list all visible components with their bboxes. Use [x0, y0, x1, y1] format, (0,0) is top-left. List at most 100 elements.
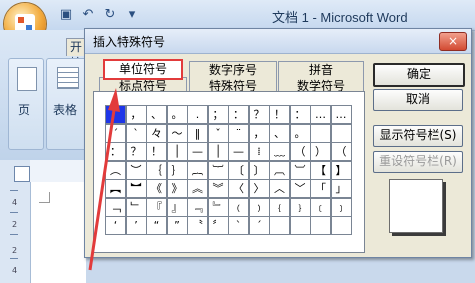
symbol-cell[interactable]: ︷ — [187, 160, 208, 180]
symbol-cell[interactable]: ： — [228, 105, 249, 124]
symbol-cell[interactable]: ： — [105, 142, 126, 161]
symbol-cell[interactable]: ： — [289, 105, 311, 124]
symbol-cell[interactable]: 〝 — [187, 216, 208, 235]
close-button[interactable]: × — [439, 32, 467, 51]
symbol-cell[interactable]: 』 — [166, 197, 188, 217]
symbol-cell[interactable]: ‘ — [105, 216, 126, 235]
symbol-cell[interactable]: ︼ — [125, 179, 147, 198]
ok-button[interactable]: 确定 — [373, 63, 465, 87]
symbol-cell[interactable] — [330, 123, 352, 143]
symbol-cell[interactable]: 「 — [310, 179, 331, 198]
tab-unit-symbols[interactable]: 单位符号 — [103, 59, 183, 80]
symbol-cell[interactable]: ︶ — [125, 160, 147, 180]
symbol-cell[interactable]: ﹏ — [269, 142, 290, 161]
symbol-cell[interactable]: 々 — [146, 123, 167, 143]
symbol-cell[interactable]: ？ — [248, 105, 270, 124]
symbol-cell[interactable]: ︹ — [269, 160, 290, 180]
symbol-cell[interactable]: ？ — [125, 142, 147, 161]
symbol-cell[interactable]: 》 — [166, 179, 188, 198]
symbol-cell-selected[interactable] — [105, 105, 126, 124]
symbol-cell[interactable]: 〕 — [248, 160, 270, 180]
symbol-cell[interactable]: ﹜ — [289, 197, 311, 217]
symbol-cell[interactable]: ﹂ — [125, 197, 147, 217]
symbol-cell[interactable]: │ — [166, 142, 188, 161]
symbol-cell[interactable]: ˋ — [125, 123, 147, 143]
symbol-cell[interactable]: 。 — [289, 123, 311, 143]
redo-icon[interactable]: ↻ — [102, 7, 118, 23]
symbol-cell[interactable]: ﹄ — [207, 197, 229, 217]
symbol-cell[interactable]: ︿ — [269, 179, 290, 198]
symbol-cell[interactable]: 〞 — [207, 216, 229, 235]
symbol-cell[interactable] — [310, 216, 331, 235]
symbol-cell[interactable] — [289, 216, 311, 235]
symbol-cell[interactable]: ︺ — [289, 160, 311, 180]
symbol-cell[interactable]: 、 — [146, 105, 167, 124]
symbol-cell[interactable]: 】 — [330, 160, 352, 180]
document-page[interactable] — [31, 182, 86, 283]
symbol-cell[interactable]: ︵ — [105, 160, 126, 180]
page-label[interactable]: 页 — [18, 101, 30, 118]
page-icon[interactable] — [17, 67, 37, 91]
symbol-cell[interactable]: . — [187, 105, 208, 124]
symbol-cell[interactable]: 〔 — [228, 160, 249, 180]
symbol-cell[interactable]: ﹙ — [228, 197, 249, 217]
symbol-cell[interactable]: 『 — [146, 197, 167, 217]
symbol-cell[interactable]: ！ — [269, 105, 290, 124]
symbol-cell[interactable]: ” — [166, 216, 188, 235]
symbol-cell[interactable]: ﹛ — [269, 197, 290, 217]
symbol-cell[interactable]: ～ — [166, 123, 188, 143]
symbol-cell[interactable]: ， — [248, 123, 270, 143]
symbol-cell[interactable]: ， — [125, 105, 147, 124]
symbol-cell[interactable]: ） — [310, 142, 331, 161]
save-icon[interactable]: ▣ — [58, 7, 74, 23]
symbol-cell[interactable]: ﹁ — [105, 197, 126, 217]
symbol-cell[interactable]: ︽ — [187, 179, 208, 198]
tab-pinyin[interactable]: 拼音 — [278, 61, 364, 79]
symbol-cell[interactable]: … — [330, 105, 352, 124]
ribbon-tab-home[interactable]: 开始 — [66, 38, 86, 70]
symbol-cell[interactable]: ˋ — [228, 216, 249, 235]
symbol-cell[interactable]: ｝ — [166, 160, 188, 180]
symbol-cell[interactable]: … — [310, 105, 331, 124]
symbol-cell[interactable]: （ — [330, 142, 352, 161]
symbol-cell[interactable]: （ — [289, 142, 311, 161]
symbol-cell[interactable] — [330, 216, 352, 235]
symbol-cell[interactable]: “ — [146, 216, 167, 235]
symbol-cell[interactable]: ’ — [125, 216, 147, 235]
show-symbol-bar-button[interactable]: 显示符号栏(S) — [373, 125, 463, 147]
symbol-cell[interactable]: 〈 — [228, 179, 249, 198]
table-button-label[interactable]: 表格 — [53, 101, 77, 118]
tab-selector[interactable] — [14, 166, 30, 182]
symbol-cell[interactable]: 《 — [146, 179, 167, 198]
symbol-cell[interactable]: 。 — [166, 105, 188, 124]
customize-qat-icon[interactable]: ▾ — [124, 7, 140, 23]
symbol-cell[interactable]: 〉 — [248, 179, 270, 198]
symbol-cell[interactable]: ﹝ — [310, 197, 331, 217]
table-icon[interactable] — [57, 67, 79, 89]
cancel-button[interactable]: 取消 — [373, 89, 463, 111]
symbol-cell[interactable]: — — [228, 142, 249, 161]
symbol-cell[interactable]: ︾ — [207, 179, 229, 198]
symbol-cell[interactable]: ﹀ — [289, 179, 311, 198]
symbol-cell[interactable]: ‖ — [187, 123, 208, 143]
symbol-cell[interactable] — [269, 216, 290, 235]
undo-icon[interactable]: ↶ — [80, 7, 96, 23]
symbol-cell[interactable]: 」 — [330, 179, 352, 198]
symbol-cell[interactable]: ¨ — [228, 123, 249, 143]
symbol-cell[interactable]: ˊ — [248, 216, 270, 235]
symbol-cell[interactable]: ︻ — [105, 179, 126, 198]
symbol-cell[interactable]: ｛ — [146, 160, 167, 180]
symbol-cell[interactable]: │ — [207, 142, 229, 161]
symbol-cell[interactable]: ﹚ — [248, 197, 270, 217]
symbol-cell[interactable]: ！ — [146, 142, 167, 161]
symbol-cell[interactable]: ⁞ — [248, 142, 270, 161]
symbol-cell[interactable]: 【 — [310, 160, 331, 180]
tab-number-sequence[interactable]: 数字序号 — [189, 61, 277, 79]
symbol-cell[interactable]: ﹞ — [330, 197, 352, 217]
symbol-cell[interactable]: ˇ — [207, 123, 229, 143]
symbol-cell[interactable]: 、 — [269, 123, 290, 143]
symbol-cell[interactable]: ； — [207, 105, 229, 124]
symbol-cell[interactable]: ﹃ — [187, 197, 208, 217]
symbol-cell[interactable]: ˊ — [105, 123, 126, 143]
symbol-cell[interactable]: — — [187, 142, 208, 161]
